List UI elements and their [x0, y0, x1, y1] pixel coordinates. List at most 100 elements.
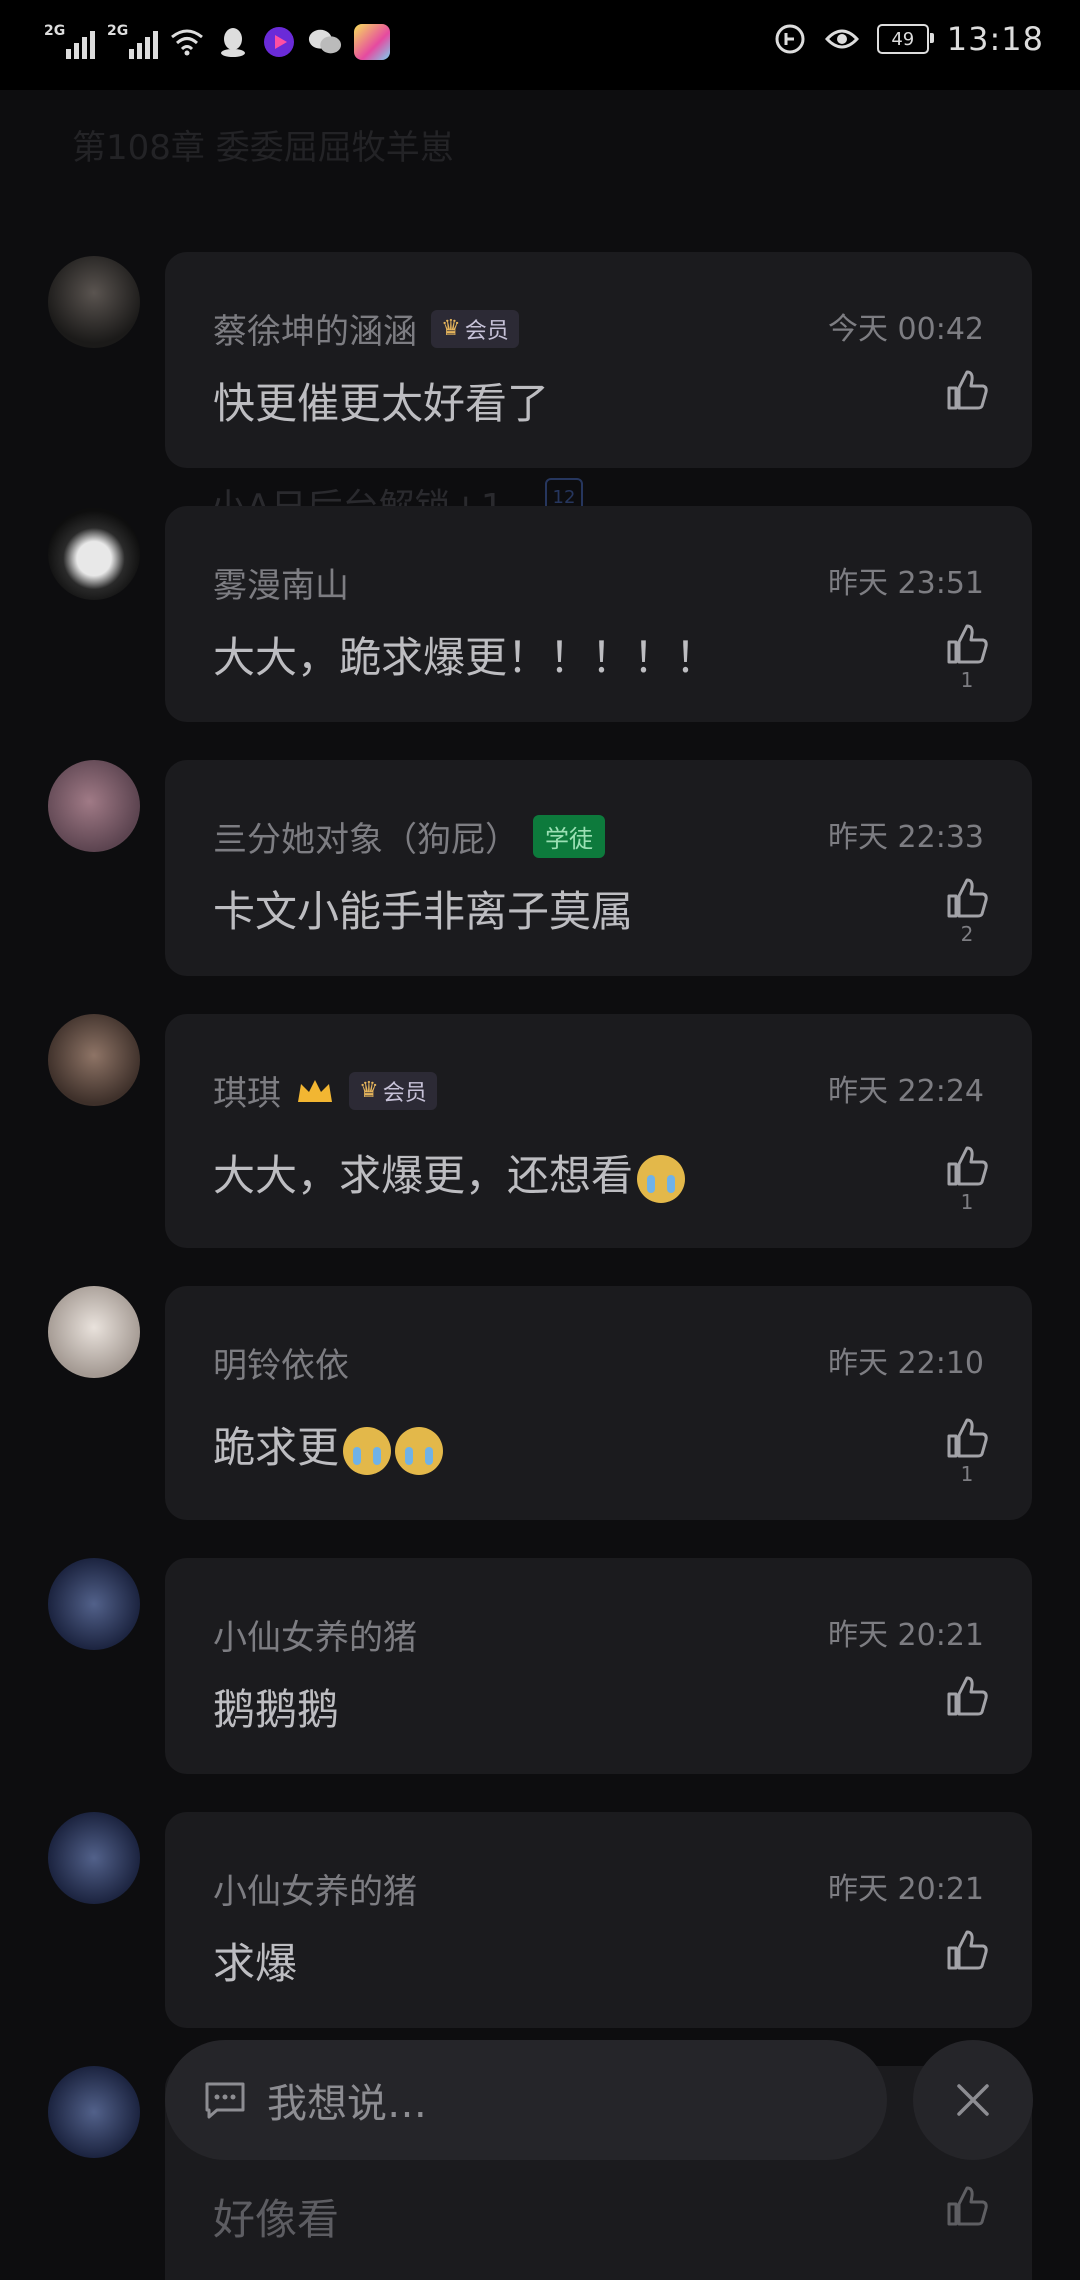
vip-badge: ♛ 会员 [349, 1071, 437, 1110]
thumbs-up-icon [947, 1930, 988, 1970]
avatar[interactable] [48, 1558, 140, 1650]
like-button[interactable]: 1 [944, 1416, 990, 1486]
comment-text: 求爆 [213, 1939, 298, 1988]
crying-emoji-icon [395, 1426, 444, 1475]
student-badge: 学徒 [533, 815, 605, 858]
thumbs-up-icon [947, 878, 988, 918]
close-icon [957, 2084, 989, 2116]
signal-icon: 2G [107, 23, 158, 59]
network-type-label: 2G [44, 23, 66, 39]
clock: 13:18 [946, 20, 1044, 58]
avatar[interactable] [48, 1286, 140, 1378]
comment-card[interactable]: 明铃依依 昨天 22:10 跪求更 1 [165, 1286, 1032, 1520]
like-button[interactable] [944, 2184, 990, 2228]
comment-text: 大大，跪求爆更！！！！！ [213, 633, 718, 682]
author-name[interactable]: 亖分她对象（狗屁） [213, 812, 519, 861]
signal-icon: 2G [44, 23, 95, 59]
author-name[interactable]: 明铃依依 [213, 1338, 349, 1387]
comment-author[interactable]: 小仙女养的猪 [213, 1864, 417, 1913]
comment-author[interactable]: 蔡徐坤的涵涵 ♛ 会员 [213, 304, 519, 353]
comment-author[interactable]: 亖分她对象（狗屁） 学徒 [213, 812, 605, 861]
comment-time: 昨天 23:51 [828, 566, 984, 601]
like-button[interactable] [944, 368, 990, 414]
crying-emoji-icon [343, 1426, 392, 1475]
comment-author[interactable]: 雾漫南山 [213, 558, 349, 607]
comment-time: 昨天 20:21 [828, 1618, 984, 1653]
comment-author[interactable]: 琪琪 ♛ 会员 [213, 1066, 437, 1115]
comment-text: 卡文小能手非离子莫属 [213, 887, 634, 936]
status-bar: 2G 2G 49 13:18 [0, 0, 1080, 90]
wifi-icon [170, 25, 204, 59]
like-button[interactable] [944, 1674, 990, 1720]
crying-emoji-icon [637, 1154, 686, 1203]
like-count: 1 [960, 668, 974, 692]
comment-text: 大大，求爆更，还想看 [213, 1142, 686, 1203]
avatar[interactable] [48, 1014, 140, 1106]
avatar[interactable] [48, 760, 140, 852]
battery-icon: 49 [876, 24, 934, 54]
thumbs-up-icon [947, 1418, 988, 1458]
like-button[interactable] [944, 1928, 990, 1974]
avatar[interactable] [48, 1812, 140, 1904]
wechat-icon [308, 25, 342, 59]
qq-icon [216, 25, 250, 59]
comment-text: 好像看 [213, 2195, 340, 2244]
status-left: 2G 2G [44, 23, 390, 60]
like-count: 2 [960, 922, 974, 946]
crown-icon: ♛ [359, 1078, 379, 1103]
comment-card[interactable]: 蔡徐坤的涵涵 ♛ 会员 今天 00:42 快更催更太好看了 [165, 252, 1032, 468]
like-button[interactable]: 1 [944, 1144, 990, 1214]
thumbs-up-icon [947, 624, 988, 664]
avatar[interactable] [48, 508, 140, 600]
comment-text-content: 跪求更 [213, 1423, 340, 1472]
comment-text: 快更催更太好看了 [213, 379, 550, 428]
badge-label: 会员 [464, 318, 509, 344]
thumbs-up-icon [947, 370, 988, 410]
network-type-label: 2G [107, 23, 129, 39]
comment-time: 今天 00:42 [828, 312, 984, 347]
thumbs-up-icon [947, 1146, 988, 1186]
avatar[interactable] [48, 2066, 140, 2158]
chat-bubble-icon [205, 2082, 245, 2119]
comment-time: 昨天 22:10 [828, 1346, 984, 1381]
like-count: 1 [960, 1190, 974, 1214]
comment-time: 昨天 22:33 [828, 820, 984, 855]
vip-badge: ♛ 会员 [431, 309, 519, 348]
comment-input[interactable]: 我想说… [165, 2040, 887, 2160]
comment-author[interactable]: 小仙女养的猪 [213, 1610, 417, 1659]
nfc-icon [773, 22, 807, 56]
comment-card[interactable]: 琪琪 ♛ 会员 昨天 22:24 大大，求爆更，还想看 1 [165, 1014, 1032, 1248]
avatar[interactable] [48, 256, 140, 348]
status-right: 49 13:18 [773, 20, 1044, 58]
crown-icon [298, 1079, 332, 1102]
comment-card[interactable]: 亖分她对象（狗屁） 学徒 昨天 22:33 卡文小能手非离子莫属 2 [165, 760, 1032, 976]
comment-input-placeholder: 我想说… [267, 2081, 427, 2127]
comment-text-content: 大大，求爆更，还想看 [213, 1151, 634, 1200]
author-name[interactable]: 蔡徐坤的涵涵 [213, 304, 417, 353]
author-name[interactable]: 小仙女养的猪 [213, 1864, 417, 1913]
comment-time: 昨天 20:21 [828, 1872, 984, 1907]
comment-card[interactable]: 雾漫南山 昨天 23:51 大大，跪求爆更！！！！！ 1 [165, 506, 1032, 722]
like-count: 1 [960, 1462, 974, 1486]
close-button[interactable] [913, 2040, 1033, 2160]
author-name[interactable]: 小仙女养的猪 [213, 1610, 417, 1659]
comment-time: 昨天 22:24 [828, 1074, 984, 1109]
comment-text: 鹅鹅鹅 [213, 1685, 340, 1734]
like-button[interactable]: 1 [944, 622, 990, 692]
video-app-icon [262, 25, 296, 59]
eye-icon [824, 22, 859, 56]
comment-card[interactable]: 小仙女养的猪 昨天 20:21 求爆 [165, 1812, 1032, 2028]
app-icon [354, 24, 390, 60]
comment-author[interactable]: 明铃依依 [213, 1338, 349, 1387]
author-name[interactable]: 雾漫南山 [213, 558, 349, 607]
battery-level: 49 [891, 28, 915, 50]
like-button[interactable]: 2 [944, 876, 990, 946]
thumbs-up-icon [947, 1676, 988, 1716]
crown-icon: ♛ [441, 316, 461, 341]
author-name[interactable]: 琪琪 [213, 1066, 281, 1115]
chapter-title: 第108章 委委屈屈牧羊崽 [72, 128, 454, 168]
comment-card[interactable]: 小仙女养的猪 昨天 20:21 鹅鹅鹅 [165, 1558, 1032, 1774]
badge-label: 会员 [382, 1080, 427, 1106]
thumbs-up-icon [947, 2186, 988, 2226]
comment-text: 跪求更 [213, 1414, 444, 1475]
